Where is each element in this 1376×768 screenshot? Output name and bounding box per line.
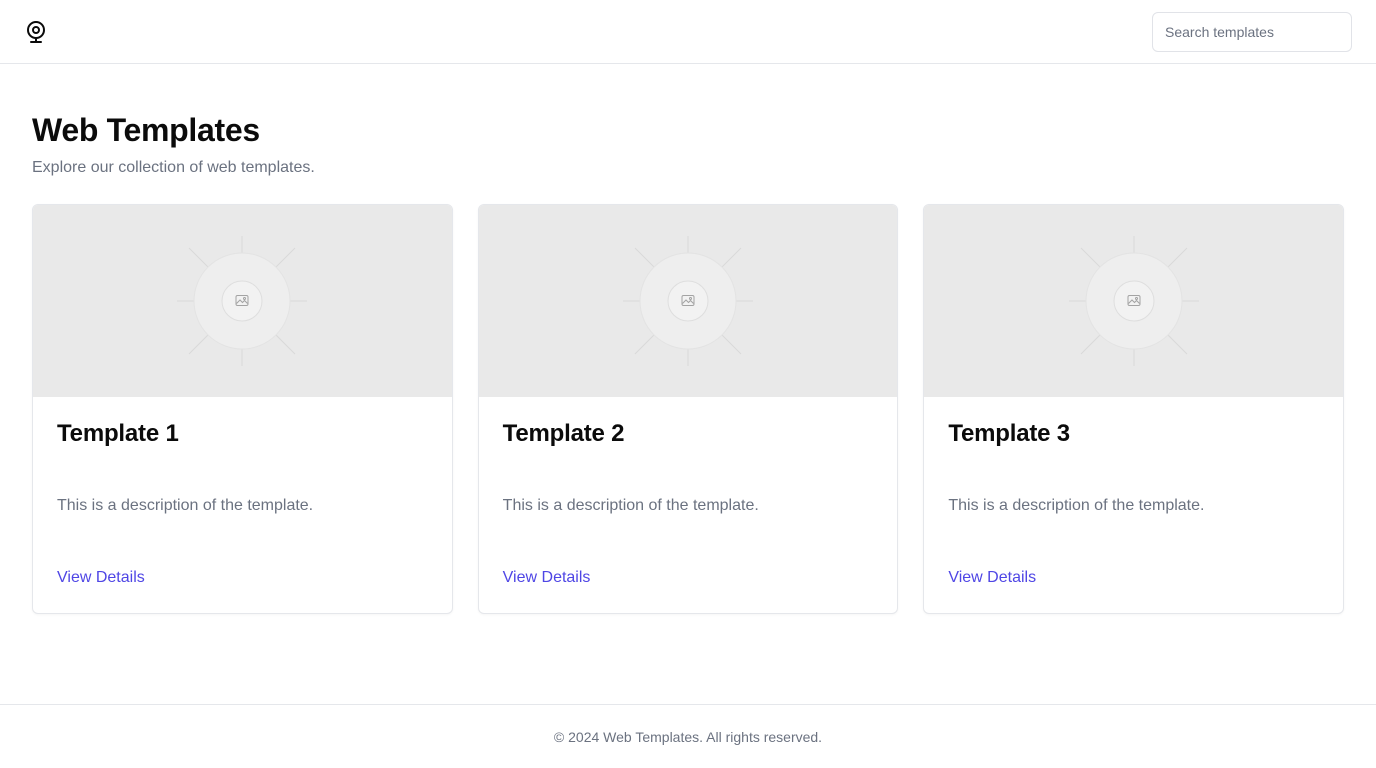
template-image-placeholder [924, 205, 1344, 397]
site-header [0, 0, 1376, 64]
copyright-text: © 2024 Web Templates. All rights reserve… [553, 729, 823, 745]
template-description: This is a description of the template. [502, 497, 759, 514]
image-placeholder-icon [177, 236, 308, 366]
template-title: Template 2 [502, 420, 625, 447]
image-placeholder-icon [1068, 236, 1199, 366]
template-image-placeholder [478, 205, 898, 397]
template-card: Template 1 This is a description of the … [32, 204, 453, 614]
template-title: Template 1 [57, 420, 179, 447]
webcam-icon [27, 21, 45, 43]
template-title: Template 3 [948, 420, 1070, 447]
image-placeholder-icon [623, 236, 753, 366]
page-title: Web Templates [32, 112, 260, 148]
search-input[interactable] [1152, 12, 1352, 52]
site-footer: © 2024 Web Templates. All rights reserve… [0, 704, 1376, 768]
template-description: This is a description of the template. [57, 497, 314, 514]
view-details-link[interactable]: View Details [57, 567, 145, 589]
view-details-link[interactable]: View Details [503, 567, 591, 589]
template-description: This is a description of the template. [948, 497, 1205, 514]
template-card: Template 2 This is a description of the … [477, 204, 899, 614]
template-grid: Template 1 This is a description of the … [32, 204, 1345, 614]
view-details-link[interactable]: View Details [948, 567, 1036, 589]
template-image-placeholder [33, 205, 452, 397]
template-card: Template 3 This is a description of the … [923, 204, 1345, 614]
page-subtitle: Explore our collection of web templates. [32, 159, 315, 176]
logo-link[interactable] [24, 20, 48, 44]
